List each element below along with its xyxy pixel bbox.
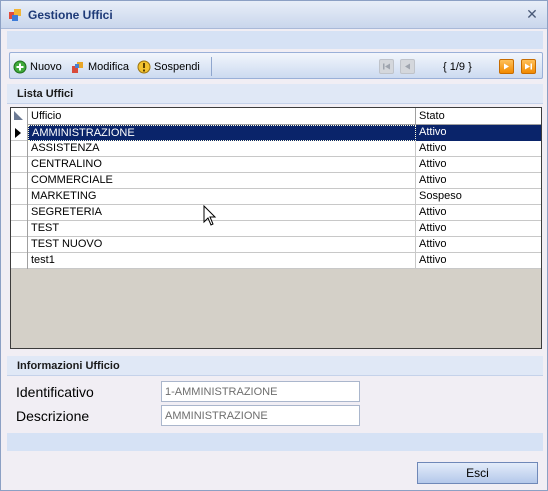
table-row[interactable]: AMMINISTRAZIONE Attivo: [11, 125, 541, 141]
cell-stato[interactable]: Attivo: [416, 253, 541, 269]
info-section-header: Informazioni Ufficio: [7, 356, 543, 376]
new-label: Nuovo: [30, 61, 62, 73]
new-button[interactable]: Nuovo: [13, 59, 62, 75]
cell-stato[interactable]: Attivo: [416, 141, 541, 157]
title-bar[interactable]: Gestione Uffici ✕: [1, 1, 547, 29]
edit-icon: [72, 62, 83, 73]
table-row[interactable]: CENTRALINO Attivo: [11, 157, 541, 173]
prev-page-button[interactable]: [400, 59, 415, 74]
column-header-stato[interactable]: Stato: [416, 108, 541, 125]
cell-ufficio[interactable]: AMMINISTRAZIONE: [28, 125, 416, 141]
list-section-header: Lista Uffici: [7, 84, 543, 104]
top-band: [7, 31, 543, 49]
cell-ufficio[interactable]: test1: [28, 253, 416, 269]
main-window: Gestione Uffici ✕ Nuovo Modifica Sospend…: [0, 0, 548, 491]
row-selector[interactable]: [11, 157, 28, 173]
grid-header: Ufficio Stato: [11, 108, 541, 125]
last-page-button[interactable]: [521, 59, 536, 74]
row-selector[interactable]: [11, 125, 28, 141]
close-icon[interactable]: ✕: [525, 7, 539, 21]
first-page-button[interactable]: [379, 59, 394, 74]
descrizione-label: Descrizione: [16, 408, 90, 424]
offices-grid[interactable]: Ufficio Stato AMMINISTRAZIONE Attivo ASSIS…: [10, 107, 542, 349]
warning-icon: [137, 60, 151, 74]
table-row[interactable]: COMMERCIALE Attivo: [11, 173, 541, 189]
table-row[interactable]: MARKETING Sospeso: [11, 189, 541, 205]
row-selector[interactable]: [11, 189, 28, 205]
table-row[interactable]: ASSISTENZA Attivo: [11, 141, 541, 157]
cell-stato[interactable]: Attivo: [416, 205, 541, 221]
app-icon: [9, 9, 21, 21]
prev-page-icon: [405, 63, 410, 70]
grid-rows: AMMINISTRAZIONE Attivo ASSISTENZA Attivo CEN…: [11, 125, 541, 269]
row-selector[interactable]: [11, 205, 28, 221]
table-row[interactable]: TEST NUOVO Attivo: [11, 237, 541, 253]
table-row[interactable]: TEST Attivo: [11, 221, 541, 237]
cell-ufficio[interactable]: TEST: [28, 221, 416, 237]
table-row[interactable]: SEGRETERIA Attivo: [11, 205, 541, 221]
bottom-band: [7, 433, 543, 451]
row-selector[interactable]: [11, 173, 28, 189]
toolbar-separator: [211, 57, 212, 76]
cell-ufficio[interactable]: CENTRALINO: [28, 157, 416, 173]
cell-ufficio[interactable]: ASSISTENZA: [28, 141, 416, 157]
identificativo-label: Identificativo: [16, 384, 94, 400]
row-selector[interactable]: [11, 253, 28, 269]
row-selector[interactable]: [11, 237, 28, 253]
edit-button[interactable]: Modifica: [71, 59, 129, 75]
cell-stato[interactable]: Attivo: [416, 173, 541, 189]
current-row-arrow-icon: [15, 128, 21, 138]
add-icon: [13, 60, 27, 74]
cell-stato[interactable]: Attivo: [416, 125, 541, 141]
mouse-cursor-icon: [203, 205, 217, 226]
cell-stato[interactable]: Attivo: [416, 157, 541, 173]
cell-ufficio[interactable]: TEST NUOVO: [28, 237, 416, 253]
next-page-icon: [504, 63, 509, 70]
row-selector[interactable]: [11, 141, 28, 157]
page-indicator: { 1/9 }: [443, 61, 472, 73]
first-page-icon: [383, 63, 390, 70]
table-row[interactable]: test1 Attivo: [11, 253, 541, 269]
suspend-button[interactable]: Sospendi: [137, 59, 200, 75]
descrizione-field[interactable]: [161, 405, 360, 426]
select-all-corner[interactable]: [11, 108, 28, 125]
column-header-ufficio[interactable]: Ufficio: [28, 108, 416, 125]
toolbar: Nuovo Modifica Sospendi {1/9}: [9, 52, 543, 79]
exit-button[interactable]: Esci: [417, 462, 538, 484]
cell-stato[interactable]: Attivo: [416, 237, 541, 253]
row-selector[interactable]: [11, 221, 28, 237]
window-title: Gestione Uffici: [28, 8, 113, 22]
suspend-label: Sospendi: [154, 61, 200, 73]
cell-stato[interactable]: Attivo: [416, 221, 541, 237]
cell-ufficio[interactable]: MARKETING: [28, 189, 416, 205]
cell-ufficio[interactable]: COMMERCIALE: [28, 173, 416, 189]
identificativo-field[interactable]: [161, 381, 360, 402]
cell-stato[interactable]: Sospeso: [416, 189, 541, 205]
cell-ufficio[interactable]: SEGRETERIA: [28, 205, 416, 221]
next-page-button[interactable]: [499, 59, 514, 74]
last-page-icon: [525, 63, 532, 70]
edit-label: Modifica: [88, 61, 129, 73]
